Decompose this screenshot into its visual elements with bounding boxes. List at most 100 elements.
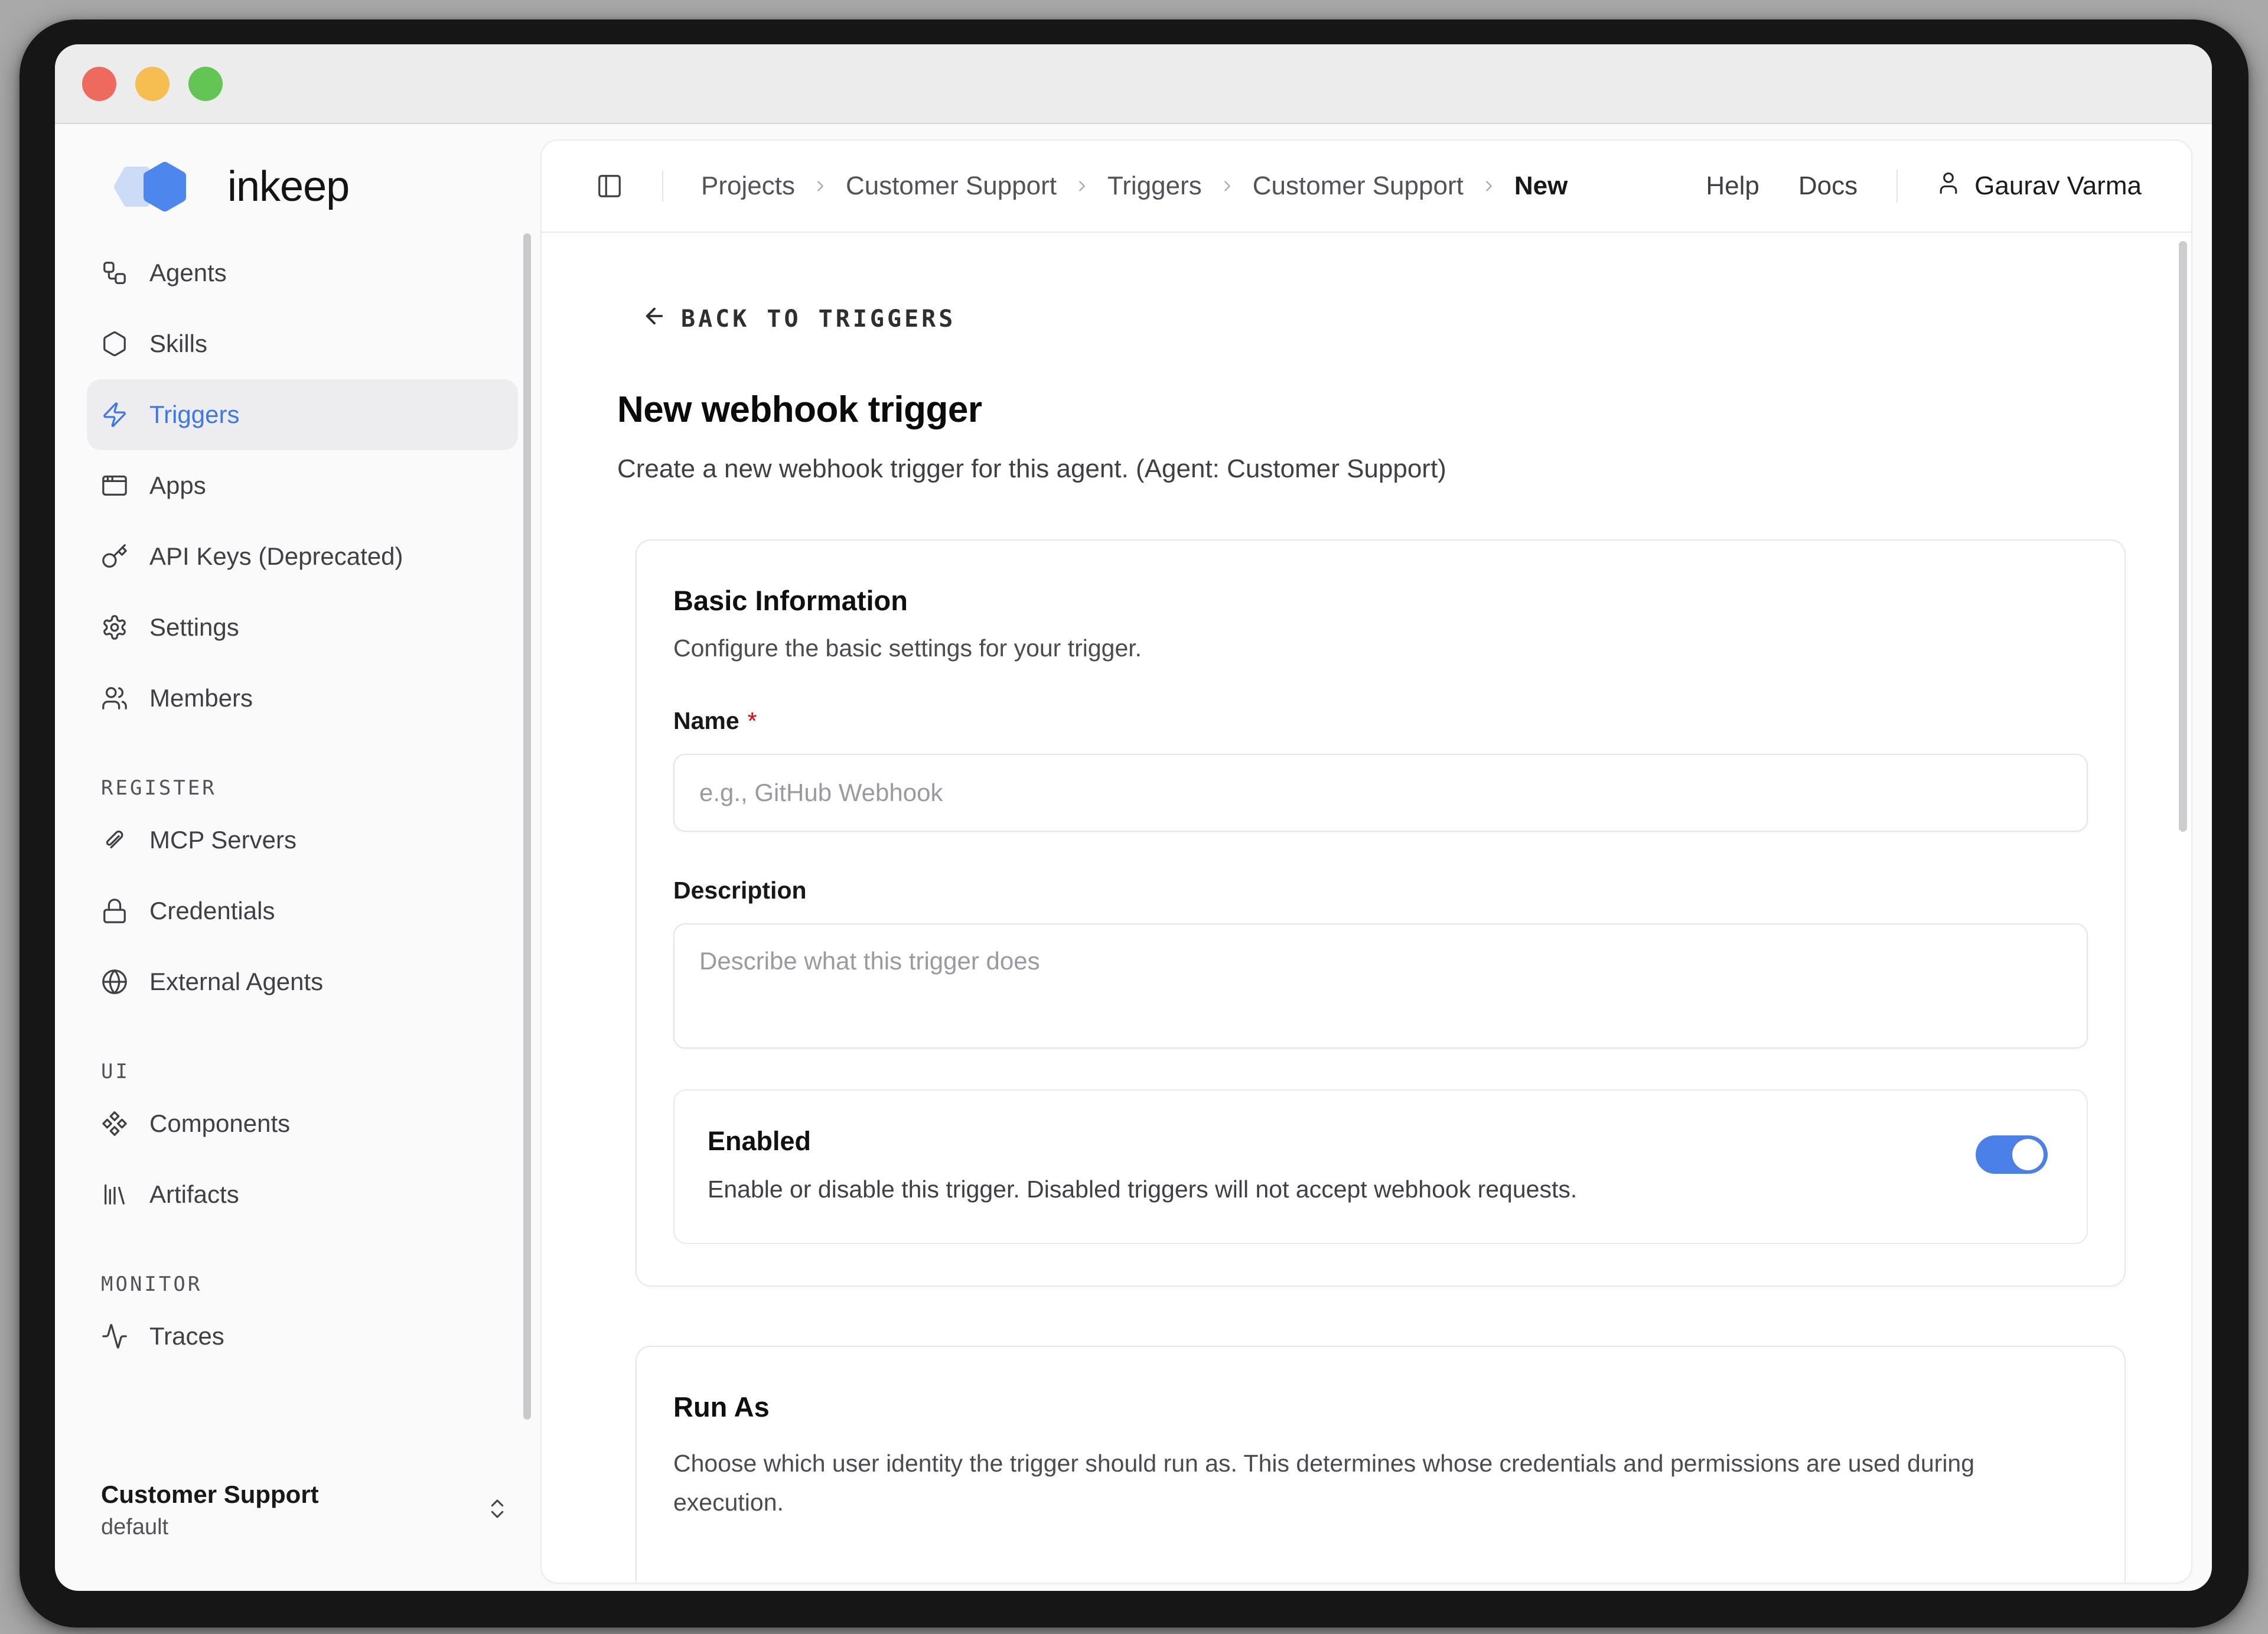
breadcrumb-triggers[interactable]: Triggers	[1107, 171, 1202, 201]
sidebar-section-ui: UI	[101, 1059, 540, 1085]
run-as-card: Run As Choose which user identity the tr…	[636, 1346, 2126, 1583]
sidebar-item-components[interactable]: Components	[87, 1088, 518, 1159]
user-name: Gaurav Varma	[1974, 171, 2142, 201]
workflow-icon	[101, 259, 128, 287]
hexagon-icon	[101, 330, 128, 357]
basic-information-card: Basic Information Configure the basic se…	[636, 539, 2126, 1287]
chevrons-up-down-icon	[485, 1496, 510, 1524]
sidebar-item-settings[interactable]: Settings	[87, 592, 518, 663]
sidebar-scrollbar[interactable]	[523, 233, 531, 1420]
sidebar-item-label: Traces	[149, 1322, 224, 1350]
lock-icon	[101, 897, 128, 925]
project-selector-text: Customer Support default	[101, 1480, 319, 1540]
sidebar-item-label: Artifacts	[149, 1180, 239, 1209]
enabled-setting: Enabled Enable or disable this trigger. …	[673, 1089, 2088, 1244]
name-input[interactable]	[673, 754, 2088, 832]
top-bar-divider	[662, 171, 663, 201]
sidebar-item-members[interactable]: Members	[87, 663, 518, 734]
page-title: New webhook trigger	[617, 389, 2123, 431]
description-textarea[interactable]	[673, 923, 2088, 1049]
sidebar-item-traces[interactable]: Traces	[87, 1301, 518, 1372]
sidebar-item-agents[interactable]: Agents	[87, 237, 518, 308]
sidebar-item-label: Skills	[149, 330, 207, 358]
toggle-knob	[2012, 1139, 2044, 1170]
library-icon	[101, 1181, 128, 1208]
app-window: inkeep Agents Sk	[55, 44, 2212, 1591]
docs-link[interactable]: Docs	[1798, 171, 1858, 201]
minimize-button[interactable]	[135, 67, 170, 101]
arrow-left-icon	[642, 304, 667, 334]
gear-icon	[101, 614, 128, 641]
sidebar-item-label: API Keys (Deprecated)	[149, 542, 403, 571]
sidebar-toggle-button[interactable]	[596, 172, 623, 200]
sidebar-item-label: Credentials	[149, 897, 275, 925]
sidebar-item-label: Agents	[149, 259, 227, 287]
help-link[interactable]: Help	[1706, 171, 1759, 201]
key-icon	[101, 543, 128, 570]
panel-left-icon	[596, 172, 623, 200]
sidebar-item-label: MCP Servers	[149, 826, 296, 854]
sidebar-item-external-agents[interactable]: External Agents	[87, 946, 518, 1017]
activity-icon	[101, 1323, 128, 1350]
description-label-text: Description	[673, 877, 807, 904]
project-selector[interactable]: Customer Support default	[101, 1480, 510, 1540]
user-menu[interactable]: Gaurav Varma	[1935, 170, 2142, 203]
main-panel: Projects Customer Support Triggers Custo…	[540, 139, 2192, 1584]
top-bar: Projects Customer Support Triggers Custo…	[542, 141, 2191, 233]
sidebar: inkeep Agents Sk	[55, 124, 540, 1591]
globe-icon	[101, 968, 128, 995]
chevron-right-icon	[1480, 177, 1498, 195]
component-icon	[101, 1110, 128, 1137]
description-label: Description	[673, 877, 2088, 904]
window-body: inkeep Agents Sk	[55, 124, 2212, 1591]
sidebar-item-apps[interactable]: Apps	[87, 450, 518, 521]
card-description: Choose which user identity the trigger s…	[673, 1444, 2020, 1522]
card-heading: Basic Information	[673, 584, 2088, 617]
inkeep-logo-icon	[101, 156, 219, 217]
back-link-label: BACK TO TRIGGERS	[681, 305, 956, 333]
sidebar-item-label: Settings	[149, 613, 239, 642]
chevron-right-icon	[812, 177, 829, 195]
sidebar-section-register: REGISTER	[101, 775, 540, 801]
chevron-right-icon	[1073, 177, 1091, 195]
sidebar-item-api-keys[interactable]: API Keys (Deprecated)	[87, 521, 518, 592]
sidebar-item-triggers[interactable]: Triggers	[87, 379, 518, 450]
required-asterisk: *	[748, 707, 757, 735]
close-button[interactable]	[82, 67, 116, 101]
enabled-description: Enable or disable this trigger. Disabled…	[708, 1176, 1577, 1203]
page-content: BACK TO TRIGGERS New webhook trigger Cre…	[542, 233, 2191, 1583]
app-window-icon	[101, 472, 128, 499]
desktop-background: inkeep Agents Sk	[0, 0, 2268, 1634]
sidebar-item-label: Apps	[149, 471, 206, 500]
sidebar-item-skills[interactable]: Skills	[87, 308, 518, 379]
sidebar-item-label: Triggers	[149, 401, 239, 429]
sidebar-nav: Agents Skills Triggers	[101, 237, 540, 1372]
back-to-triggers-link[interactable]: BACK TO TRIGGERS	[642, 304, 956, 334]
breadcrumb-agent[interactable]: Customer Support	[1253, 171, 1464, 201]
sidebar-item-credentials[interactable]: Credentials	[87, 875, 518, 946]
chevron-right-icon	[1218, 177, 1236, 195]
card-description: Configure the basic settings for your tr…	[673, 634, 2088, 662]
sidebar-section-monitor: MONITOR	[101, 1271, 540, 1297]
card-heading: Run As	[673, 1391, 2088, 1423]
project-name: Customer Support	[101, 1480, 319, 1509]
zap-icon	[101, 401, 128, 428]
main-scrollbar[interactable]	[2179, 241, 2187, 832]
sidebar-item-artifacts[interactable]: Artifacts	[87, 1159, 518, 1230]
maximize-button[interactable]	[188, 67, 223, 101]
inkeep-logo: inkeep	[101, 156, 540, 217]
page-subtitle: Create a new webhook trigger for this ag…	[617, 454, 2123, 484]
enabled-toggle[interactable]	[1976, 1135, 2048, 1174]
mcp-icon	[101, 826, 128, 854]
breadcrumb-new: New	[1514, 171, 1568, 201]
sidebar-item-mcp-servers[interactable]: MCP Servers	[87, 805, 518, 875]
breadcrumb-customer-support[interactable]: Customer Support	[846, 171, 1057, 201]
breadcrumb-projects[interactable]: Projects	[701, 171, 795, 201]
project-variant: default	[101, 1515, 319, 1540]
breadcrumb: Projects Customer Support Triggers Custo…	[701, 171, 1568, 201]
sidebar-item-label: External Agents	[149, 968, 323, 996]
users-icon	[101, 685, 128, 712]
inkeep-wordmark: inkeep	[227, 162, 349, 211]
name-label-text: Name	[673, 707, 739, 735]
name-label: Name *	[673, 707, 2088, 735]
